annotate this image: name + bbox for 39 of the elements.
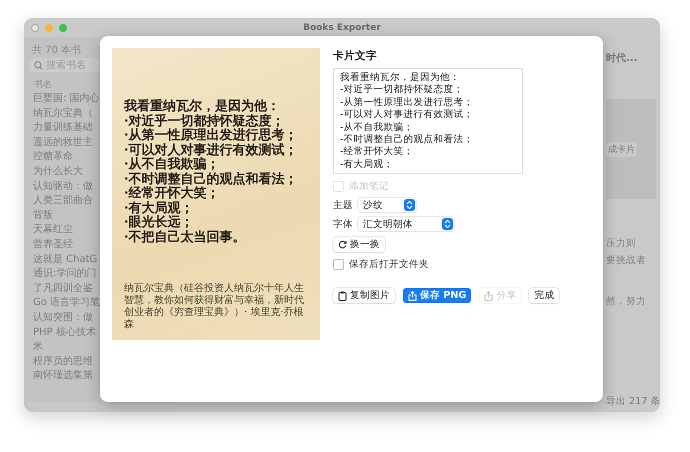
highlight-text: 然，努力 xyxy=(606,295,647,308)
highlight-text: 压力则 xyxy=(606,237,637,250)
quote-line: 我看重纳瓦尔，是因为他： xyxy=(124,100,281,114)
generate-card-button[interactable]: 成卡片 xyxy=(606,142,637,156)
share-icon xyxy=(408,290,417,300)
section-heading: 卡片文字 xyxy=(333,49,378,63)
quote-line: ·不时调整自己的观点和看法； xyxy=(124,172,299,186)
search-icon xyxy=(34,60,43,70)
clipboard-icon xyxy=(338,290,347,300)
share-icon xyxy=(484,290,494,300)
quote-line: ·经常开怀大笑； xyxy=(124,187,221,201)
field-label: 字体 xyxy=(333,218,353,230)
checkbox-label: 保存后打开文件夹 xyxy=(349,258,429,271)
field-label: 主题 xyxy=(333,198,353,212)
dropdown[interactable]: 沙纹 xyxy=(358,198,416,212)
quote-line: ·有大局观； xyxy=(124,202,195,216)
highlight-text: 要挑战者 xyxy=(606,254,647,267)
copy-button[interactable]: 复制图片 xyxy=(333,288,395,303)
card-text-field[interactable]: 我看重纳瓦尔，是因为他： -对近乎一切都持怀疑态度； -从第一性原理出发进行思考； -可以对人对事进行有效测试； -从不自我欺骗； -不时调整自己的观点和看法； -经常开怀大笑； -有大局观； xyxy=(333,68,523,174)
updown-icon xyxy=(404,199,415,211)
quote-line: ·不把自己太当回事。 xyxy=(124,230,247,245)
save-button[interactable]: 保存 PNG xyxy=(403,288,472,303)
done-button[interactable]: 完成 xyxy=(529,288,560,303)
updown-icon xyxy=(442,218,453,230)
quote-line: ·眼光长远； xyxy=(124,216,195,230)
quote-line: ·从不自我欺骗； xyxy=(124,158,221,172)
quote-line: ·从第一性原理出发进行思考； xyxy=(124,129,299,143)
quote-source: 纳瓦尔宝典（硅谷投资人纳瓦尔十年人生智慧，教你如何获得财富与幸福，新时代创业者的《穷查理宝典》）· 埃里克·乔根森 xyxy=(124,283,305,331)
window-title: Books Exporter xyxy=(303,22,381,32)
quote-line: ·可以对人对事进行有效测试； xyxy=(124,144,299,158)
book-count: 共 70 本书 xyxy=(31,44,82,56)
column-header: 书名 xyxy=(33,78,53,92)
shuffle-button[interactable]: 换一换 xyxy=(333,237,385,252)
dropdown[interactable]: 汇文明朝体 xyxy=(358,217,454,231)
checkbox-label: 添加笔记 xyxy=(349,180,389,193)
quote-line: ·对近乎一切都持怀疑态度； xyxy=(124,114,286,128)
refresh-icon xyxy=(338,240,347,249)
checkbox[interactable] xyxy=(333,259,344,270)
book-title: 时代... xyxy=(606,52,638,66)
